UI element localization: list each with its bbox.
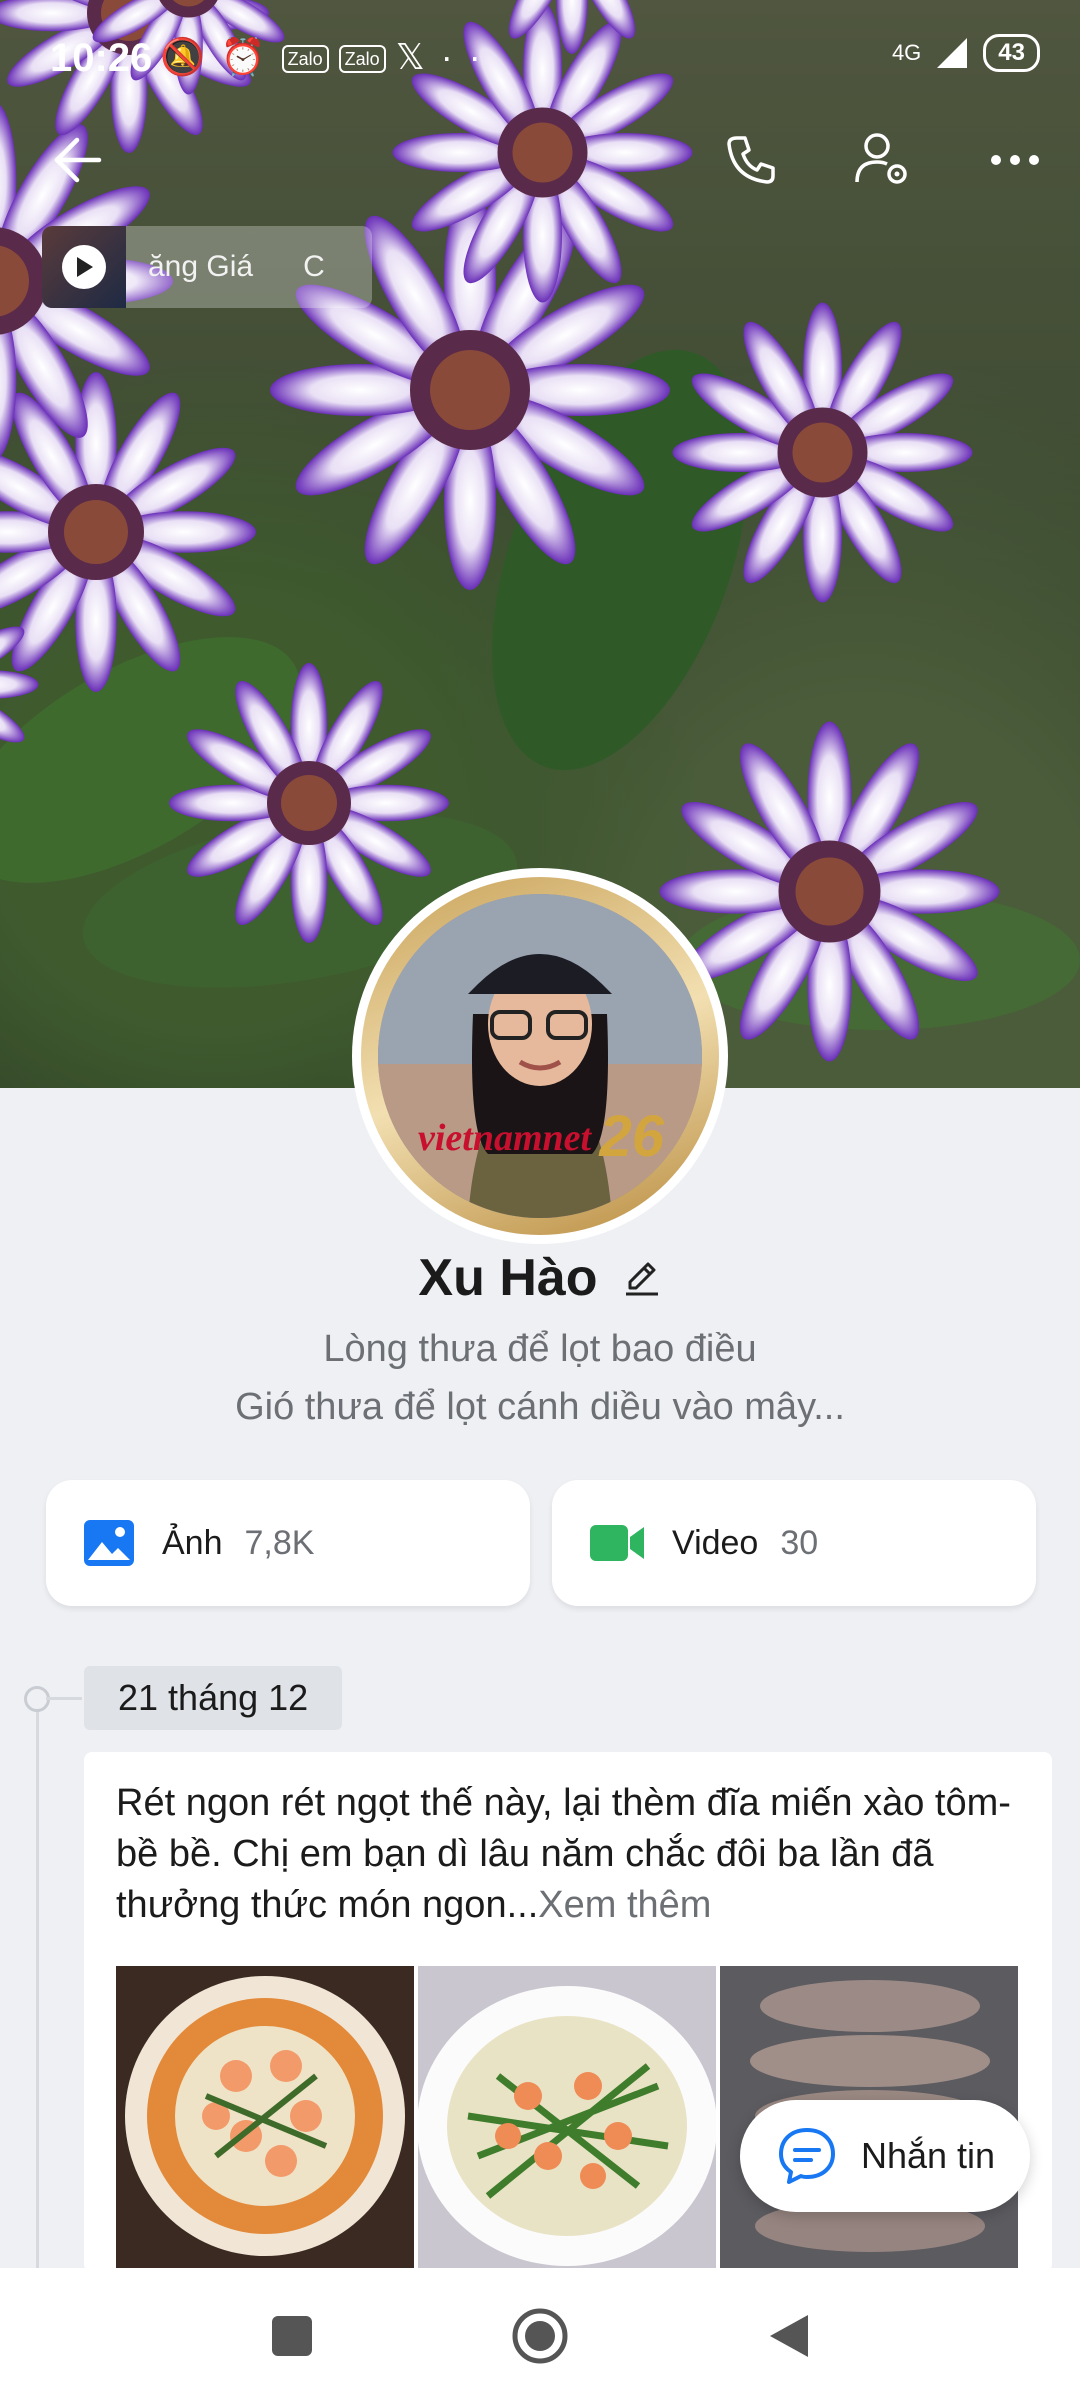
videos-card[interactable]: Video 30: [552, 1480, 1036, 1606]
timeline-date: 21 tháng 12: [84, 1666, 343, 1730]
notification-icons: 🔕⏰ Zalo Zalo 𝕏··: [160, 36, 497, 78]
status-right: 4G 43: [892, 34, 1040, 72]
system-navigation-bar: [0, 2268, 1080, 2400]
square-icon: [272, 2316, 312, 2356]
zalo-icon: Zalo: [338, 44, 386, 73]
x-icon: 𝕏: [395, 36, 441, 77]
status-time: 10:26: [50, 36, 153, 80]
photos-count: 7,8K: [244, 1523, 315, 1562]
bell-off-icon: 🔕: [160, 36, 221, 77]
user-settings-icon: [855, 133, 907, 184]
avatar-frame: vietnamnet 26: [361, 877, 719, 1235]
image-icon: [84, 1520, 134, 1566]
message-button[interactable]: Nhắn tin: [740, 2100, 1030, 2212]
home-button[interactable]: [508, 2304, 572, 2368]
food-photo-2: [418, 1966, 716, 2272]
post-text: Rét ngon rét ngọt thế này, lại thèm đĩa …: [116, 1778, 1026, 1931]
avatar-logo-number: 26: [599, 1104, 664, 1169]
back-triangle-icon: [770, 2315, 808, 2357]
status-bar: 10:26 🔕⏰ Zalo Zalo 𝕏·· 4G 43: [0, 0, 1080, 110]
alarm-icon: ⏰: [220, 36, 282, 77]
more-icon: [991, 155, 1039, 165]
call-button[interactable]: [716, 125, 786, 195]
phone-icon: [727, 136, 775, 184]
photos-label: Ảnh: [162, 1523, 223, 1562]
see-more-link[interactable]: Xem thêm: [538, 1884, 711, 1926]
photos-card[interactable]: Ảnh 7,8K: [46, 1480, 530, 1606]
post-photo-1[interactable]: [116, 1966, 414, 2272]
videos-label: Video: [672, 1523, 759, 1562]
profile-name: Xu Hào: [418, 1249, 598, 1307]
recent-apps-button[interactable]: [260, 2304, 324, 2368]
more-button[interactable]: [980, 125, 1050, 195]
home-circle-icon: [512, 2308, 568, 2364]
battery-indicator: 43: [983, 34, 1040, 72]
network-label: 4G: [891, 40, 922, 65]
chat-bubble-icon: [778, 2128, 835, 2184]
signal-icon: [937, 38, 968, 68]
more-dots-icon: ··: [440, 36, 497, 77]
profile-bio-line-1: Lòng thưa để lọt bao điều: [323, 1328, 757, 1370]
back-nav-button[interactable]: [756, 2304, 820, 2368]
profile-music-player[interactable]: ăng Giá C: [42, 226, 372, 308]
music-thumbnail: [42, 226, 126, 308]
timeline-line: [36, 1698, 39, 2338]
videos-count: 30: [780, 1523, 819, 1562]
user-settings-button[interactable]: [848, 125, 918, 195]
music-title: ăng Giá C: [148, 250, 325, 283]
zalo-icon: Zalo: [281, 44, 329, 73]
edit-pencil-icon[interactable]: [622, 1258, 662, 1298]
profile-bio-line-2: Gió thưa để lọt cánh diều vào mây...: [235, 1386, 845, 1428]
profile-name-row: Xu Hào: [0, 1248, 1080, 1308]
message-button-label: Nhắn tin: [860, 2135, 996, 2176]
video-camera-icon: [590, 1525, 644, 1561]
play-icon[interactable]: [62, 245, 106, 289]
post-photo-2[interactable]: [418, 1966, 716, 2272]
avatar-logo-text: vietnamnet: [418, 1117, 592, 1159]
avatar-photo: vietnamnet 26: [378, 894, 702, 1218]
timeline-connector: [46, 1697, 82, 1700]
avatar[interactable]: vietnamnet 26: [352, 868, 728, 1244]
food-photo-1: [116, 1966, 414, 2272]
back-arrow-icon: [54, 137, 102, 183]
back-button[interactable]: [42, 125, 112, 195]
